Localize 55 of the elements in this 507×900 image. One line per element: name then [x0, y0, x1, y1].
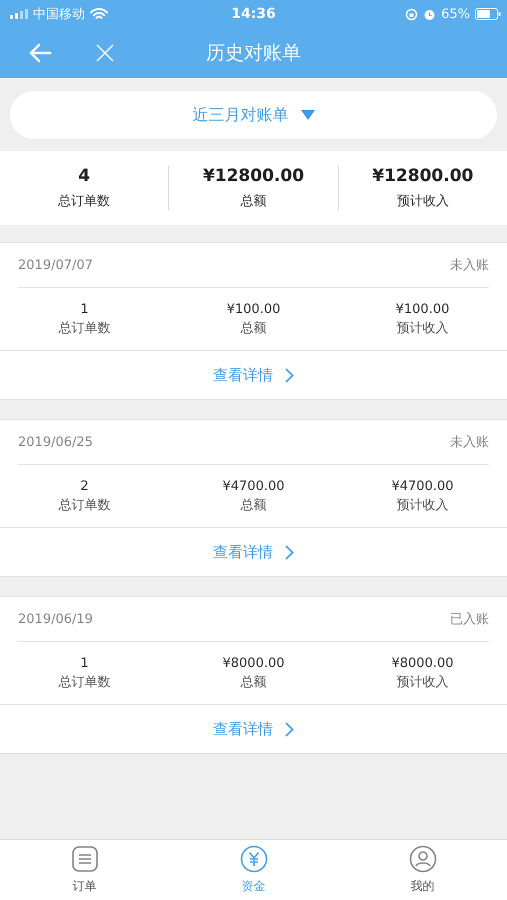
statement-date: 2019/06/19	[18, 612, 93, 626]
stat-label: 总额	[240, 320, 266, 336]
details-link[interactable]: 查看详情	[213, 542, 294, 562]
stat-label: 预计收入	[396, 674, 448, 690]
list-icon	[70, 845, 98, 873]
stat-label: 预计收入	[396, 320, 448, 336]
settlement-status: 未入账	[450, 257, 489, 274]
summary-value: ¥12800.00	[372, 166, 474, 186]
chevron-right-icon	[285, 368, 294, 382]
stat-value: ¥100.00	[226, 302, 280, 316]
summary-value: ¥12800.00	[202, 166, 304, 186]
stat-label: 总订单数	[58, 496, 110, 514]
battery-percent: 65%	[441, 6, 470, 22]
period-dropdown[interactable]: 近三月对账单	[10, 91, 497, 139]
stat-value: ¥8000.00	[222, 656, 285, 670]
summary-label: 总订单数	[58, 193, 110, 210]
tab-item[interactable]: 我的	[338, 840, 507, 900]
summary-label: 总额	[240, 193, 266, 210]
signal-icon	[10, 9, 28, 19]
back-button[interactable]	[28, 43, 52, 63]
stat-label: 预计收入	[396, 496, 448, 514]
user-icon	[408, 845, 436, 873]
stat-value: ¥8000.00	[391, 656, 454, 670]
rotation-lock-icon	[405, 8, 418, 20]
wifi-icon	[90, 8, 108, 20]
stat-value: ¥4700.00	[391, 478, 454, 494]
stat-label: 总额	[240, 674, 266, 690]
summary-value: 4	[78, 166, 90, 186]
clock-time: 14:36	[231, 6, 276, 22]
settlement-status: 已入账	[450, 611, 489, 628]
alarm-icon	[423, 8, 436, 20]
details-link[interactable]: 查看详情	[213, 720, 294, 738]
stat-value: 1	[80, 656, 89, 670]
carrier-name: 中国移动	[33, 6, 85, 23]
battery-icon	[475, 8, 501, 20]
page-title: 历史对账单	[206, 41, 301, 66]
caret-icon	[300, 110, 314, 120]
tab-item[interactable]: 订单	[0, 840, 169, 900]
statement-date: 2019/07/07	[18, 258, 93, 272]
settlement-status: 未入账	[450, 434, 489, 451]
stat-label: 总订单数	[58, 674, 110, 690]
chevron-right-icon	[285, 722, 294, 736]
summary-label: 预计收入	[396, 193, 449, 210]
stat-value: 1	[80, 302, 89, 316]
chevron-right-icon	[285, 544, 294, 560]
stat-value: ¥100.00	[396, 302, 450, 316]
tab-item[interactable]: 资金	[169, 840, 338, 900]
details-link[interactable]: 查看详情	[213, 366, 294, 384]
yuan-icon	[240, 845, 268, 873]
stat-label: 总订单数	[58, 320, 110, 336]
stat-label: 总额	[240, 496, 266, 514]
close-button[interactable]	[96, 44, 114, 62]
stat-value: ¥4700.00	[222, 478, 285, 494]
stat-value: 2	[80, 478, 89, 494]
statement-date: 2019/06/25	[18, 434, 93, 450]
